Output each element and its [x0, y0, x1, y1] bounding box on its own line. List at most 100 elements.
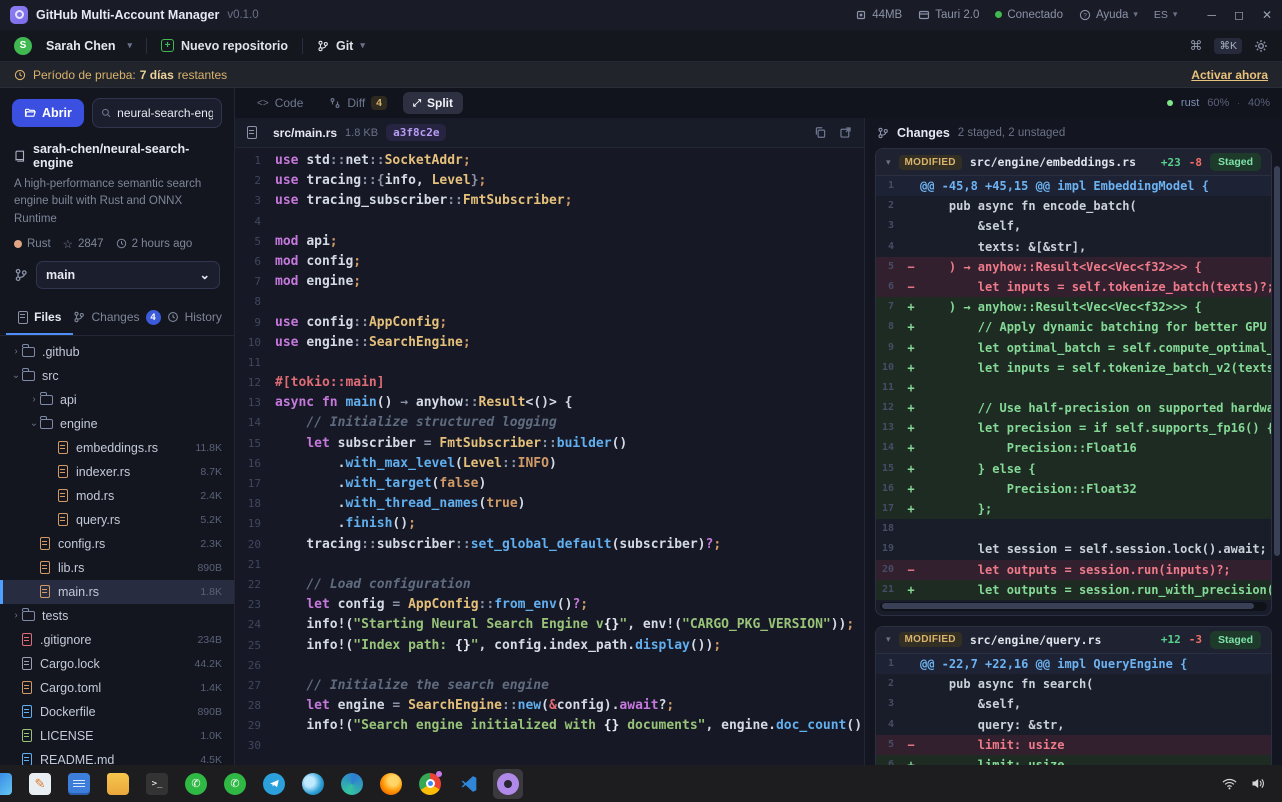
diff-line: 11+ — [876, 378, 1271, 398]
language-selector[interactable]: ES▾ — [1154, 9, 1178, 21]
tab-changes[interactable]: Changes4 — [73, 301, 160, 335]
tree-file-Cargo.toml[interactable]: Cargo.toml1.4K — [0, 676, 234, 700]
tab-history[interactable]: History — [161, 301, 228, 335]
open-external-icon[interactable] — [839, 126, 852, 139]
folder-icon — [22, 371, 35, 381]
tree-file-main.rs[interactable]: main.rs1.8K — [0, 580, 234, 604]
file-size: 8.7K — [200, 466, 222, 478]
close-button[interactable]: ✕ — [1262, 8, 1272, 22]
tree-file-LICENSE[interactable]: LICENSE1.0K — [0, 724, 234, 748]
volume-icon[interactable] — [1251, 777, 1266, 790]
branch-selector[interactable]: main ⌄ — [36, 261, 220, 289]
view-tab-diff[interactable]: Diff4 — [319, 92, 397, 114]
open-repo-button[interactable]: Abrir — [12, 99, 84, 127]
tree-file-Dockerfile[interactable]: Dockerfile890B — [0, 700, 234, 724]
diff-line-number: 11 — [876, 378, 902, 398]
diff-card-src/engine/query.rs: ▾MODIFIEDsrc/engine/query.rs+12-3Staged1… — [875, 626, 1272, 765]
code-line: 14 // Initialize structured logging — [235, 413, 864, 433]
diff-card-header[interactable]: ▾MODIFIEDsrc/engine/embeddings.rs+23-8St… — [876, 149, 1271, 176]
whatsapp-alt-icon[interactable]: ✆ — [220, 769, 250, 799]
notes-icon[interactable] — [64, 769, 94, 799]
file-size: 11.8K — [195, 442, 222, 454]
copy-icon[interactable] — [814, 126, 827, 139]
chevron-right-icon: › — [28, 394, 40, 405]
tree-folder-engine[interactable]: ⌄engine — [0, 412, 234, 436]
tree-folder-.github[interactable]: ›.github — [0, 340, 234, 364]
trial-banner: Período de prueba: 7 días restantes Acti… — [0, 62, 1282, 88]
file-explorer-icon[interactable] — [103, 769, 133, 799]
line-number: 7 — [235, 272, 275, 292]
tree-file-.gitignore[interactable]: .gitignore234B — [0, 628, 234, 652]
branch-icon — [877, 127, 889, 139]
files-icon — [18, 311, 28, 324]
search-input[interactable] — [117, 106, 213, 120]
new-repo-button[interactable]: + Nuevo repositorio — [161, 39, 288, 53]
line-number: 1 — [235, 151, 275, 171]
edge-icon[interactable] — [337, 769, 367, 799]
code-line: 4 — [235, 212, 864, 232]
tab-files[interactable]: Files — [6, 301, 73, 335]
tree-file-mod.rs[interactable]: mod.rs2.4K — [0, 484, 234, 508]
vscode-icon[interactable] — [454, 769, 484, 799]
code-line: 15 let subscriber = FmtSubscriber::build… — [235, 434, 864, 454]
diff-marker — [902, 539, 920, 559]
maximize-button[interactable]: ◻ — [1234, 8, 1244, 22]
whatsapp-icon[interactable]: ✆ — [181, 769, 211, 799]
tree-file-embeddings.rs[interactable]: embeddings.rs11.8K — [0, 436, 234, 460]
chrome-icon[interactable] — [415, 769, 445, 799]
staged-badge: Staged — [1210, 631, 1261, 649]
edge-clipped-icon[interactable] — [0, 769, 16, 799]
diff-marker: − — [902, 560, 920, 580]
view-tab-code[interactable]: <>Code — [247, 92, 313, 114]
minimize-button[interactable]: ─ — [1207, 8, 1216, 22]
view-tab-split[interactable]: ⤢Split — [403, 92, 463, 114]
wifi-icon[interactable] — [1222, 778, 1237, 790]
memory-chip-icon — [855, 9, 867, 21]
tree-file-Cargo.lock[interactable]: Cargo.lock44.2K — [0, 652, 234, 676]
staged-badge: Staged — [1210, 153, 1261, 171]
diff-card-header[interactable]: ▾MODIFIEDsrc/engine/query.rs+12-3Staged — [876, 627, 1271, 654]
repo-name-row[interactable]: sarah-chen/neural-search-engine — [14, 142, 220, 170]
code-line: 20 tracing::subscriber::set_global_defau… — [235, 535, 864, 555]
diff-line-number: 4 — [876, 715, 902, 735]
tree-folder-src[interactable]: ⌄src — [0, 364, 234, 388]
file-size: 44.2K — [195, 658, 222, 670]
account-switcher[interactable]: S Sarah Chen ▾ — [14, 37, 132, 55]
tree-folder-api[interactable]: ›api — [0, 388, 234, 412]
tree-file-lib.rs[interactable]: lib.rs890B — [0, 556, 234, 580]
waterfox-icon[interactable] — [298, 769, 328, 799]
tree-file-indexer.rs[interactable]: indexer.rs8.7K — [0, 460, 234, 484]
terminal-icon[interactable]: >_ — [142, 769, 172, 799]
help-menu[interactable]: ? Ayuda▾ — [1079, 9, 1138, 21]
command-icon[interactable]: ⌘ — [1189, 38, 1202, 54]
code-line: 13async fn main() → anyhow::Result<()> { — [235, 393, 864, 413]
code-line: 1use std::net::SocketAddr; — [235, 151, 864, 171]
app-icon[interactable] — [493, 769, 523, 799]
diff-line: 4 query: &str, — [876, 715, 1271, 735]
tree-folder-tests[interactable]: ›tests — [0, 604, 234, 628]
tree-file-query.rs[interactable]: query.rs5.2K — [0, 508, 234, 532]
tree-file-README.md[interactable]: README.md4.5K — [0, 748, 234, 765]
gear-icon[interactable] — [1254, 39, 1268, 53]
chevron-down-icon: ▾ — [1133, 9, 1138, 20]
file-header: src/main.rs 1.8 KB a3f8c2e — [235, 118, 864, 148]
telegram-icon[interactable] — [259, 769, 289, 799]
line-number: 3 — [235, 191, 275, 211]
memory-usage: 44MB — [855, 9, 902, 21]
notepad-edit-icon[interactable]: ✎ — [25, 769, 55, 799]
tree-item-label: .gitignore — [40, 633, 91, 647]
vertical-scrollbar[interactable] — [1274, 166, 1280, 556]
command-palette-shortcut[interactable]: ⌘K — [1214, 38, 1242, 54]
code-view[interactable]: 1use std::net::SocketAddr;2use tracing::… — [235, 148, 864, 765]
notification-dot-icon — [436, 771, 442, 777]
repo-search[interactable] — [92, 98, 222, 128]
folder-open-icon — [24, 107, 36, 119]
git-menu[interactable]: Git ▾ — [317, 39, 365, 53]
editor-status: rust 60% · 40% — [1167, 97, 1270, 109]
tree-file-config.rs[interactable]: config.rs2.3K — [0, 532, 234, 556]
diff-line-number: 16 — [876, 479, 902, 499]
repo-full-name: sarah-chen/neural-search-engine — [33, 142, 220, 170]
horizontal-scrollbar[interactable] — [880, 602, 1267, 611]
firefox-icon[interactable] — [376, 769, 406, 799]
activate-now-link[interactable]: Activar ahora — [1191, 68, 1268, 82]
